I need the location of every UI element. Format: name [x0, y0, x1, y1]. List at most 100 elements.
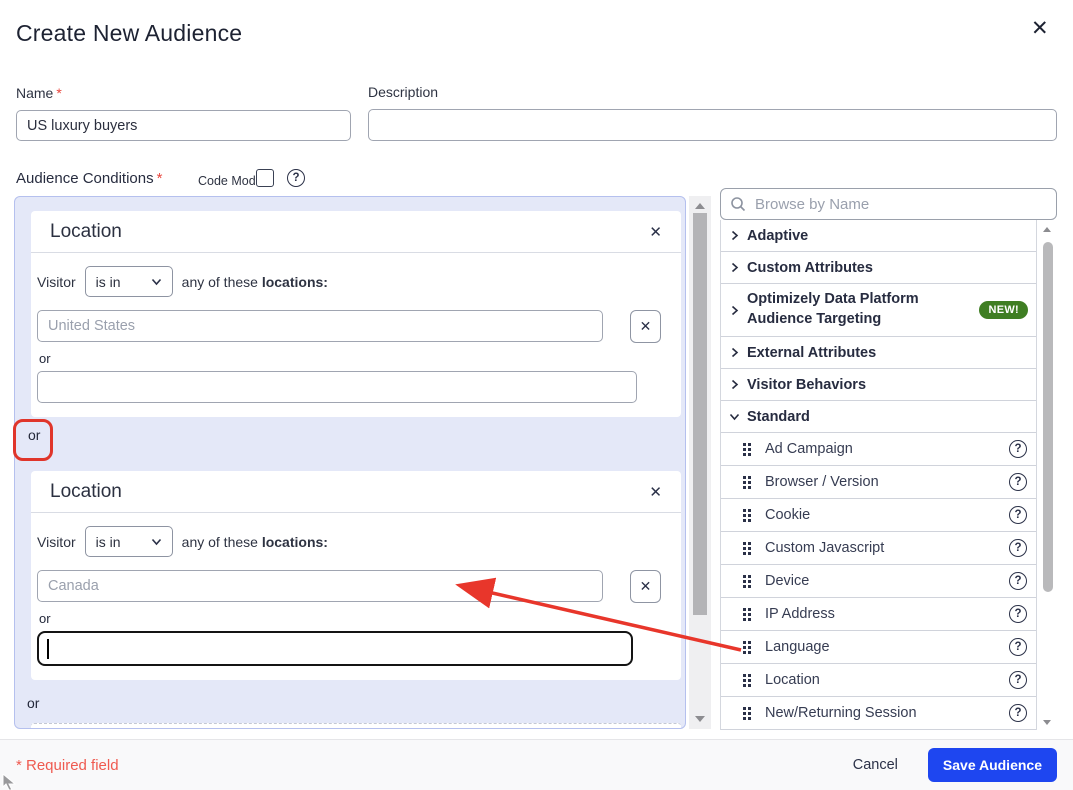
- help-icon[interactable]: ?: [1009, 440, 1027, 458]
- code-mode-checkbox[interactable]: [256, 169, 274, 187]
- condition-card-location-1: Location ✕ Visitor is in any of these lo…: [31, 211, 681, 417]
- scroll-down-icon[interactable]: [1043, 720, 1051, 725]
- location-input-2-focused[interactable]: [37, 631, 633, 666]
- close-icon[interactable]: ✕: [1031, 16, 1049, 41]
- remove-condition-icon[interactable]: ✕: [649, 483, 662, 501]
- browse-item-custom-javascript[interactable]: Custom Javascript?: [721, 532, 1036, 565]
- drag-handle-icon[interactable]: [743, 443, 751, 456]
- clause-normal: any of these: [182, 274, 258, 290]
- create-audience-modal: { "modal": { "title": "Create New Audien…: [0, 0, 1073, 790]
- scrollbar-thumb[interactable]: [693, 213, 707, 615]
- audience-conditions-label: Audience Conditions*: [16, 170, 162, 187]
- focused-input-wrap: [37, 631, 633, 666]
- code-mode-help-icon[interactable]: ?: [287, 169, 305, 187]
- drag-handle-icon[interactable]: [743, 707, 751, 720]
- save-audience-button[interactable]: Save Audience: [928, 748, 1057, 782]
- browse-group-visitor-behaviors[interactable]: Visitor Behaviors: [721, 369, 1036, 401]
- or-label: or: [39, 611, 671, 626]
- row-label: IP Address: [765, 606, 835, 622]
- browse-group-optimizely-data-platform-audience-targeting[interactable]: Optimizely Data Platform Audience Target…: [721, 284, 1036, 337]
- browse-item-ad-campaign[interactable]: Ad Campaign?: [721, 433, 1036, 466]
- browse-group-adaptive[interactable]: Adaptive: [721, 220, 1036, 252]
- browse-search-input[interactable]: [720, 188, 1057, 220]
- required-asterisk: *: [157, 170, 163, 187]
- remove-condition-icon[interactable]: ✕: [649, 223, 662, 241]
- browse-region: Adaptive Custom Attributes Optimizely Data…: [720, 188, 1057, 730]
- browse-group-standard[interactable]: Standard: [721, 401, 1036, 433]
- location-input-1[interactable]: [37, 570, 603, 602]
- browse-group-external-attributes[interactable]: External Attributes: [721, 337, 1036, 369]
- clause-text: any of these locations:: [182, 534, 328, 550]
- drag-handle-icon[interactable]: [743, 476, 751, 489]
- clause-normal: any of these: [182, 534, 258, 550]
- clause-bold: locations:: [262, 274, 328, 290]
- cancel-button[interactable]: Cancel: [853, 757, 898, 773]
- browse-group-custom-attributes[interactable]: Custom Attributes: [721, 252, 1036, 284]
- browse-item-location[interactable]: Location?: [721, 664, 1036, 697]
- help-icon[interactable]: ?: [1009, 605, 1027, 623]
- chevron-right-icon: [729, 347, 740, 358]
- new-badge: NEW!: [979, 301, 1028, 319]
- location-value-row: ✕: [37, 310, 671, 343]
- search-icon: [730, 196, 746, 217]
- row-label: External Attributes: [747, 345, 876, 361]
- browse-item-cookie[interactable]: Cookie?: [721, 499, 1036, 532]
- name-input[interactable]: [16, 110, 351, 141]
- location-input-1[interactable]: [37, 310, 603, 342]
- conditions-scrollbar[interactable]: [689, 196, 711, 729]
- remove-value-icon[interactable]: ✕: [630, 570, 661, 603]
- chevron-down-icon: [151, 536, 162, 547]
- remove-value-icon[interactable]: ✕: [630, 310, 661, 343]
- location-input-2[interactable]: [37, 371, 637, 403]
- row-label: Browser / Version: [765, 474, 879, 490]
- location-value-row: ✕: [37, 570, 671, 603]
- browse-item-browser-version[interactable]: Browser / Version?: [721, 466, 1036, 499]
- condition-card-header: Location ✕: [31, 471, 681, 513]
- drag-handle-icon[interactable]: [743, 509, 751, 522]
- browse-item-ip-address[interactable]: IP Address?: [721, 598, 1036, 631]
- scrollbar-thumb[interactable]: [1043, 242, 1053, 592]
- help-icon[interactable]: ?: [1009, 671, 1027, 689]
- required-field-note: * Required field: [16, 757, 119, 774]
- condition-drop-zone[interactable]: [31, 723, 681, 729]
- condition-card-body: Visitor is in any of these locations: ✕ …: [31, 253, 681, 417]
- row-label: Visitor Behaviors: [747, 377, 866, 393]
- clause-text: any of these locations:: [182, 274, 328, 290]
- help-icon[interactable]: ?: [1009, 506, 1027, 524]
- row-label: Custom Attributes: [747, 260, 873, 276]
- help-icon[interactable]: ?: [1009, 638, 1027, 656]
- help-icon[interactable]: ?: [1009, 473, 1027, 491]
- drag-handle-icon[interactable]: [743, 641, 751, 654]
- scroll-up-icon[interactable]: [1043, 227, 1051, 232]
- browse-item-device[interactable]: Device?: [721, 565, 1036, 598]
- condition-card-header: Location ✕: [31, 211, 681, 253]
- modal-footer: * Required field Cancel Save Audience: [0, 739, 1073, 790]
- operator-select[interactable]: is in: [85, 266, 173, 297]
- help-icon[interactable]: ?: [1009, 539, 1027, 557]
- drag-handle-icon[interactable]: [743, 674, 751, 687]
- scroll-up-icon[interactable]: [695, 203, 705, 209]
- condition-card-location-2: Location ✕ Visitor is in any of these lo…: [31, 471, 681, 680]
- row-label: Language: [765, 639, 830, 655]
- scroll-down-icon[interactable]: [695, 716, 705, 722]
- drag-handle-icon[interactable]: [743, 575, 751, 588]
- help-icon[interactable]: ?: [1009, 572, 1027, 590]
- drag-handle-icon[interactable]: [743, 608, 751, 621]
- or-separator: or: [28, 427, 40, 443]
- browse-scrollbar[interactable]: [1042, 222, 1054, 728]
- page-title: Create New Audience: [16, 20, 242, 47]
- chevron-right-icon: [729, 262, 740, 273]
- condition-card-title: Location: [50, 221, 122, 243]
- drag-handle-icon[interactable]: [743, 542, 751, 555]
- or-separator: or: [27, 695, 685, 711]
- help-icon[interactable]: ?: [1009, 704, 1027, 722]
- browse-item-language[interactable]: Language?: [721, 631, 1036, 664]
- name-label: Name*: [16, 85, 62, 101]
- code-mode-label: Code Mode: [198, 174, 263, 188]
- row-label: Optimizely Data Platform Audience Target…: [747, 290, 965, 329]
- description-input[interactable]: [368, 109, 1057, 141]
- operator-value: is in: [96, 274, 121, 290]
- operator-select[interactable]: is in: [85, 526, 173, 557]
- browse-item-new-returning-session[interactable]: New/Returning Session?: [721, 697, 1036, 730]
- row-label: Cookie: [765, 507, 810, 523]
